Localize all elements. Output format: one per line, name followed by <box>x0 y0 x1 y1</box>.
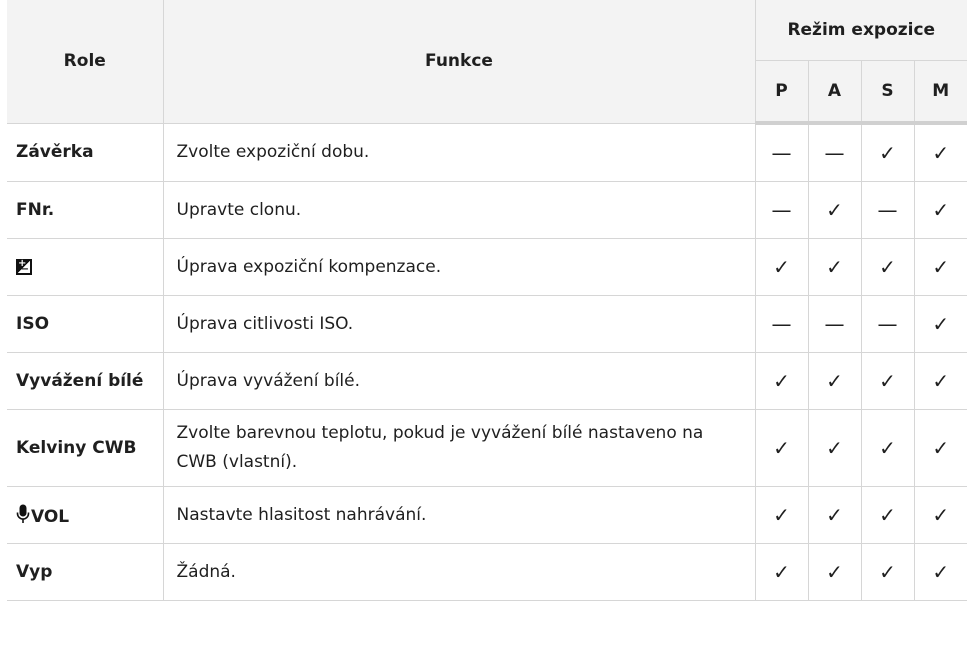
role-cell: Kelviny CWB <box>7 409 164 487</box>
mode-s-cell: ✓ <box>860 486 915 544</box>
mode-m-cell: ✓ <box>913 295 968 353</box>
role-cell: Vyp <box>7 543 164 601</box>
exposure-mode-function-table: Role Funkce Režim expozice P A S M Závěr… <box>7 0 968 601</box>
mode-m-cell: ✓ <box>913 181 968 239</box>
mode-p-cell: ✓ <box>754 238 809 296</box>
mode-a-cell: ✓ <box>807 543 862 601</box>
table-row: Závěrka Zvolte expoziční dobu. — — ✓ ✓ <box>7 122 968 182</box>
mode-m-cell: ✓ <box>913 543 968 601</box>
role-label: VOL <box>31 506 70 527</box>
mode-p-cell: — <box>754 181 809 239</box>
mode-a-cell: — <box>807 122 862 182</box>
mode-m-cell: ✓ <box>913 486 968 544</box>
mode-s-cell: ✓ <box>860 409 915 487</box>
role-cell: FNr. <box>7 181 164 239</box>
header-mode-p: P <box>754 60 809 125</box>
mode-a-cell: ✓ <box>807 181 862 239</box>
role-cell: VOL <box>7 486 164 544</box>
role-cell: Vyvážení bílé <box>7 352 164 410</box>
header-mode-s: S <box>860 60 915 125</box>
table-row: ISO Úprava citlivosti ISO. — — — ✓ <box>7 295 968 353</box>
table-row: FNr. Upravte clonu. — ✓ — ✓ <box>7 181 968 239</box>
mode-a-cell: ✓ <box>807 352 862 410</box>
mode-p-cell: ✓ <box>754 486 809 544</box>
header-function: Funkce <box>162 0 756 124</box>
mode-p-cell: — <box>754 295 809 353</box>
function-cell: Zvolte barevnou teplotu, pokud je vyváže… <box>162 409 756 487</box>
mode-p-cell: ✓ <box>754 543 809 601</box>
mode-p-cell: — <box>754 122 809 182</box>
function-cell: Upravte clonu. <box>162 181 756 239</box>
mode-a-cell: — <box>807 295 862 353</box>
function-cell: Úprava citlivosti ISO. <box>162 295 756 353</box>
microphone-icon <box>16 504 30 523</box>
function-cell: Úprava expoziční kompenzace. <box>162 238 756 296</box>
mode-m-cell: ✓ <box>913 409 968 487</box>
header-mode-m: M <box>913 60 968 125</box>
table-row: Kelviny CWB Zvolte barevnou teplotu, pok… <box>7 409 968 487</box>
header-exposure-mode: Režim expozice <box>754 0 968 61</box>
table-row: VOL Nastavte hlasitost nahrávání. ✓ ✓ ✓ … <box>7 486 968 544</box>
mode-s-cell: ✓ <box>860 238 915 296</box>
mode-a-cell: ✓ <box>807 409 862 487</box>
table-row: + − Úprava expoziční kompenzace. ✓ ✓ ✓ ✓ <box>7 238 968 296</box>
mode-s-cell: — <box>860 295 915 353</box>
mode-s-cell: ✓ <box>860 543 915 601</box>
table-row: Vyp Žádná. ✓ ✓ ✓ ✓ <box>7 543 968 601</box>
function-cell: Žádná. <box>162 543 756 601</box>
role-cell: Závěrka <box>7 122 164 182</box>
exposure-compensation-icon: + − <box>16 258 32 275</box>
mode-p-cell: ✓ <box>754 409 809 487</box>
mode-s-cell: ✓ <box>860 352 915 410</box>
function-cell: Nastavte hlasitost nahrávání. <box>162 486 756 544</box>
mode-s-cell: ✓ <box>860 122 915 182</box>
header-mode-a: A <box>807 60 862 125</box>
function-cell: Úprava vyvážení bílé. <box>162 352 756 410</box>
mode-p-cell: ✓ <box>754 352 809 410</box>
mode-m-cell: ✓ <box>913 238 968 296</box>
function-cell: Zvolte expoziční dobu. <box>162 122 756 182</box>
mode-s-cell: — <box>860 181 915 239</box>
header-role: Role <box>7 0 164 124</box>
mode-a-cell: ✓ <box>807 238 862 296</box>
mode-m-cell: ✓ <box>913 122 968 182</box>
mode-a-cell: ✓ <box>807 486 862 544</box>
table-row: Vyvážení bílé Úprava vyvážení bílé. ✓ ✓ … <box>7 352 968 410</box>
role-cell: ISO <box>7 295 164 353</box>
mode-m-cell: ✓ <box>913 352 968 410</box>
role-cell: + − <box>7 238 164 296</box>
